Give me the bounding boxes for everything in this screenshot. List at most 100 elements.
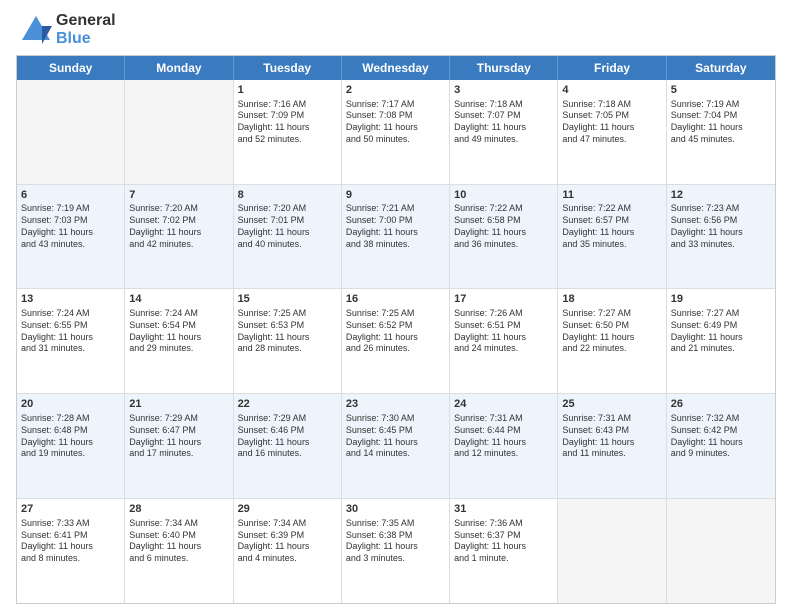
day-number: 1 bbox=[238, 83, 337, 98]
calendar-cell: 6Sunrise: 7:19 AM Sunset: 7:03 PM Daylig… bbox=[17, 185, 125, 289]
day-info: Sunrise: 7:18 AM Sunset: 7:05 PM Dayligh… bbox=[562, 99, 661, 146]
day-number: 11 bbox=[562, 188, 661, 203]
weekday-header: Thursday bbox=[450, 56, 558, 80]
day-number: 30 bbox=[346, 502, 445, 517]
calendar-cell: 26Sunrise: 7:32 AM Sunset: 6:42 PM Dayli… bbox=[667, 394, 775, 498]
calendar-cell: 15Sunrise: 7:25 AM Sunset: 6:53 PM Dayli… bbox=[234, 289, 342, 393]
logo-blue: Blue bbox=[56, 30, 116, 48]
calendar-body: 1Sunrise: 7:16 AM Sunset: 7:09 PM Daylig… bbox=[17, 80, 775, 603]
day-number: 2 bbox=[346, 83, 445, 98]
calendar-cell: 22Sunrise: 7:29 AM Sunset: 6:46 PM Dayli… bbox=[234, 394, 342, 498]
day-info: Sunrise: 7:27 AM Sunset: 6:50 PM Dayligh… bbox=[562, 308, 661, 355]
day-info: Sunrise: 7:31 AM Sunset: 6:44 PM Dayligh… bbox=[454, 413, 553, 460]
day-info: Sunrise: 7:22 AM Sunset: 6:57 PM Dayligh… bbox=[562, 203, 661, 250]
day-number: 16 bbox=[346, 292, 445, 307]
day-info: Sunrise: 7:19 AM Sunset: 7:04 PM Dayligh… bbox=[671, 99, 771, 146]
day-info: Sunrise: 7:34 AM Sunset: 6:39 PM Dayligh… bbox=[238, 518, 337, 565]
day-info: Sunrise: 7:28 AM Sunset: 6:48 PM Dayligh… bbox=[21, 413, 120, 460]
day-info: Sunrise: 7:29 AM Sunset: 6:47 PM Dayligh… bbox=[129, 413, 228, 460]
calendar-cell: 9Sunrise: 7:21 AM Sunset: 7:00 PM Daylig… bbox=[342, 185, 450, 289]
day-info: Sunrise: 7:18 AM Sunset: 7:07 PM Dayligh… bbox=[454, 99, 553, 146]
day-info: Sunrise: 7:32 AM Sunset: 6:42 PM Dayligh… bbox=[671, 413, 771, 460]
calendar-cell: 4Sunrise: 7:18 AM Sunset: 7:05 PM Daylig… bbox=[558, 80, 666, 184]
calendar-row: 27Sunrise: 7:33 AM Sunset: 6:41 PM Dayli… bbox=[17, 499, 775, 603]
calendar-cell: 19Sunrise: 7:27 AM Sunset: 6:49 PM Dayli… bbox=[667, 289, 775, 393]
day-info: Sunrise: 7:31 AM Sunset: 6:43 PM Dayligh… bbox=[562, 413, 661, 460]
day-number: 25 bbox=[562, 397, 661, 412]
day-number: 15 bbox=[238, 292, 337, 307]
calendar-row: 1Sunrise: 7:16 AM Sunset: 7:09 PM Daylig… bbox=[17, 80, 775, 185]
page: GeneralBlue SundayMondayTuesdayWednesday… bbox=[0, 0, 792, 612]
day-number: 8 bbox=[238, 188, 337, 203]
logo: GeneralBlue bbox=[16, 12, 116, 49]
day-number: 4 bbox=[562, 83, 661, 98]
weekday-header: Wednesday bbox=[342, 56, 450, 80]
calendar-cell: 5Sunrise: 7:19 AM Sunset: 7:04 PM Daylig… bbox=[667, 80, 775, 184]
calendar-cell: 10Sunrise: 7:22 AM Sunset: 6:58 PM Dayli… bbox=[450, 185, 558, 289]
weekday-header: Monday bbox=[125, 56, 233, 80]
day-number: 23 bbox=[346, 397, 445, 412]
calendar: SundayMondayTuesdayWednesdayThursdayFrid… bbox=[16, 55, 776, 604]
calendar-cell: 2Sunrise: 7:17 AM Sunset: 7:08 PM Daylig… bbox=[342, 80, 450, 184]
calendar-cell: 16Sunrise: 7:25 AM Sunset: 6:52 PM Dayli… bbox=[342, 289, 450, 393]
day-number: 24 bbox=[454, 397, 553, 412]
logo-svg bbox=[16, 12, 52, 48]
weekday-header: Sunday bbox=[17, 56, 125, 80]
day-number: 14 bbox=[129, 292, 228, 307]
day-info: Sunrise: 7:24 AM Sunset: 6:55 PM Dayligh… bbox=[21, 308, 120, 355]
calendar-row: 13Sunrise: 7:24 AM Sunset: 6:55 PM Dayli… bbox=[17, 289, 775, 394]
calendar-cell bbox=[125, 80, 233, 184]
day-info: Sunrise: 7:19 AM Sunset: 7:03 PM Dayligh… bbox=[21, 203, 120, 250]
day-info: Sunrise: 7:21 AM Sunset: 7:00 PM Dayligh… bbox=[346, 203, 445, 250]
calendar-cell: 24Sunrise: 7:31 AM Sunset: 6:44 PM Dayli… bbox=[450, 394, 558, 498]
day-info: Sunrise: 7:16 AM Sunset: 7:09 PM Dayligh… bbox=[238, 99, 337, 146]
day-info: Sunrise: 7:23 AM Sunset: 6:56 PM Dayligh… bbox=[671, 203, 771, 250]
logo-general: General bbox=[56, 12, 116, 30]
day-info: Sunrise: 7:33 AM Sunset: 6:41 PM Dayligh… bbox=[21, 518, 120, 565]
day-number: 13 bbox=[21, 292, 120, 307]
day-number: 31 bbox=[454, 502, 553, 517]
calendar-cell: 13Sunrise: 7:24 AM Sunset: 6:55 PM Dayli… bbox=[17, 289, 125, 393]
day-number: 9 bbox=[346, 188, 445, 203]
day-number: 26 bbox=[671, 397, 771, 412]
day-info: Sunrise: 7:29 AM Sunset: 6:46 PM Dayligh… bbox=[238, 413, 337, 460]
day-info: Sunrise: 7:30 AM Sunset: 6:45 PM Dayligh… bbox=[346, 413, 445, 460]
day-info: Sunrise: 7:27 AM Sunset: 6:49 PM Dayligh… bbox=[671, 308, 771, 355]
day-info: Sunrise: 7:20 AM Sunset: 7:01 PM Dayligh… bbox=[238, 203, 337, 250]
day-number: 17 bbox=[454, 292, 553, 307]
day-info: Sunrise: 7:26 AM Sunset: 6:51 PM Dayligh… bbox=[454, 308, 553, 355]
day-number: 6 bbox=[21, 188, 120, 203]
calendar-cell: 31Sunrise: 7:36 AM Sunset: 6:37 PM Dayli… bbox=[450, 499, 558, 603]
calendar-header: SundayMondayTuesdayWednesdayThursdayFrid… bbox=[17, 56, 775, 80]
day-info: Sunrise: 7:25 AM Sunset: 6:53 PM Dayligh… bbox=[238, 308, 337, 355]
day-number: 3 bbox=[454, 83, 553, 98]
day-number: 20 bbox=[21, 397, 120, 412]
calendar-cell: 27Sunrise: 7:33 AM Sunset: 6:41 PM Dayli… bbox=[17, 499, 125, 603]
day-info: Sunrise: 7:25 AM Sunset: 6:52 PM Dayligh… bbox=[346, 308, 445, 355]
day-number: 5 bbox=[671, 83, 771, 98]
calendar-cell: 17Sunrise: 7:26 AM Sunset: 6:51 PM Dayli… bbox=[450, 289, 558, 393]
calendar-cell bbox=[558, 499, 666, 603]
day-info: Sunrise: 7:22 AM Sunset: 6:58 PM Dayligh… bbox=[454, 203, 553, 250]
day-info: Sunrise: 7:17 AM Sunset: 7:08 PM Dayligh… bbox=[346, 99, 445, 146]
day-number: 18 bbox=[562, 292, 661, 307]
calendar-cell: 14Sunrise: 7:24 AM Sunset: 6:54 PM Dayli… bbox=[125, 289, 233, 393]
weekday-header: Tuesday bbox=[234, 56, 342, 80]
header: GeneralBlue bbox=[16, 12, 776, 49]
calendar-cell: 20Sunrise: 7:28 AM Sunset: 6:48 PM Dayli… bbox=[17, 394, 125, 498]
calendar-cell: 12Sunrise: 7:23 AM Sunset: 6:56 PM Dayli… bbox=[667, 185, 775, 289]
day-number: 27 bbox=[21, 502, 120, 517]
day-number: 21 bbox=[129, 397, 228, 412]
calendar-cell: 3Sunrise: 7:18 AM Sunset: 7:07 PM Daylig… bbox=[450, 80, 558, 184]
day-info: Sunrise: 7:24 AM Sunset: 6:54 PM Dayligh… bbox=[129, 308, 228, 355]
day-info: Sunrise: 7:20 AM Sunset: 7:02 PM Dayligh… bbox=[129, 203, 228, 250]
day-info: Sunrise: 7:34 AM Sunset: 6:40 PM Dayligh… bbox=[129, 518, 228, 565]
day-info: Sunrise: 7:35 AM Sunset: 6:38 PM Dayligh… bbox=[346, 518, 445, 565]
day-info: Sunrise: 7:36 AM Sunset: 6:37 PM Dayligh… bbox=[454, 518, 553, 565]
calendar-cell: 29Sunrise: 7:34 AM Sunset: 6:39 PM Dayli… bbox=[234, 499, 342, 603]
calendar-cell: 7Sunrise: 7:20 AM Sunset: 7:02 PM Daylig… bbox=[125, 185, 233, 289]
calendar-cell: 25Sunrise: 7:31 AM Sunset: 6:43 PM Dayli… bbox=[558, 394, 666, 498]
calendar-cell: 21Sunrise: 7:29 AM Sunset: 6:47 PM Dayli… bbox=[125, 394, 233, 498]
calendar-cell: 18Sunrise: 7:27 AM Sunset: 6:50 PM Dayli… bbox=[558, 289, 666, 393]
calendar-cell: 8Sunrise: 7:20 AM Sunset: 7:01 PM Daylig… bbox=[234, 185, 342, 289]
